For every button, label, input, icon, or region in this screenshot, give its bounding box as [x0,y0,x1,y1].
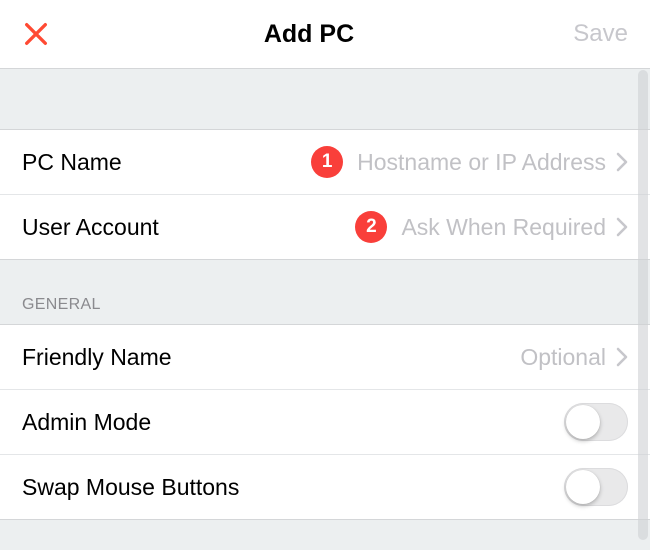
friendly-name-value: Optional [520,344,606,371]
general-section-header: GENERAL [0,260,650,324]
swap-mouse-toggle[interactable] [564,468,628,506]
general-section: Friendly Name Optional Admin Mode Swap M… [0,324,650,520]
scrollbar[interactable] [638,70,648,540]
callout-badge-1: 1 [311,146,343,178]
toggle-knob [566,470,600,504]
pc-name-label: PC Name [22,149,122,176]
chevron-right-icon [616,217,628,237]
admin-mode-row: Admin Mode [0,389,650,454]
save-button[interactable]: Save [568,20,628,48]
admin-mode-toggle[interactable] [564,403,628,441]
callout-badge-2: 2 [355,211,387,243]
toggle-knob [566,405,600,439]
section-spacer [0,69,650,129]
pc-name-value: Hostname or IP Address [357,149,606,176]
swap-mouse-row: Swap Mouse Buttons [0,454,650,519]
pc-name-row[interactable]: PC Name 1 Hostname or IP Address [0,130,650,194]
chevron-right-icon [616,347,628,367]
friendly-name-label: Friendly Name [22,344,172,371]
close-icon[interactable] [22,20,50,48]
user-account-row[interactable]: User Account 2 Ask When Required [0,194,650,259]
user-account-label: User Account [22,214,159,241]
user-account-value: Ask When Required [401,214,606,241]
admin-mode-label: Admin Mode [22,409,151,436]
header-bar: Add PC Save [0,0,650,69]
connection-section: PC Name 1 Hostname or IP Address User Ac… [0,129,650,260]
swap-mouse-label: Swap Mouse Buttons [22,474,239,501]
chevron-right-icon [616,152,628,172]
add-pc-screen: Add PC Save PC Name 1 Hostname or IP Add… [0,0,650,550]
friendly-name-row[interactable]: Friendly Name Optional [0,325,650,389]
page-title: Add PC [50,20,568,49]
